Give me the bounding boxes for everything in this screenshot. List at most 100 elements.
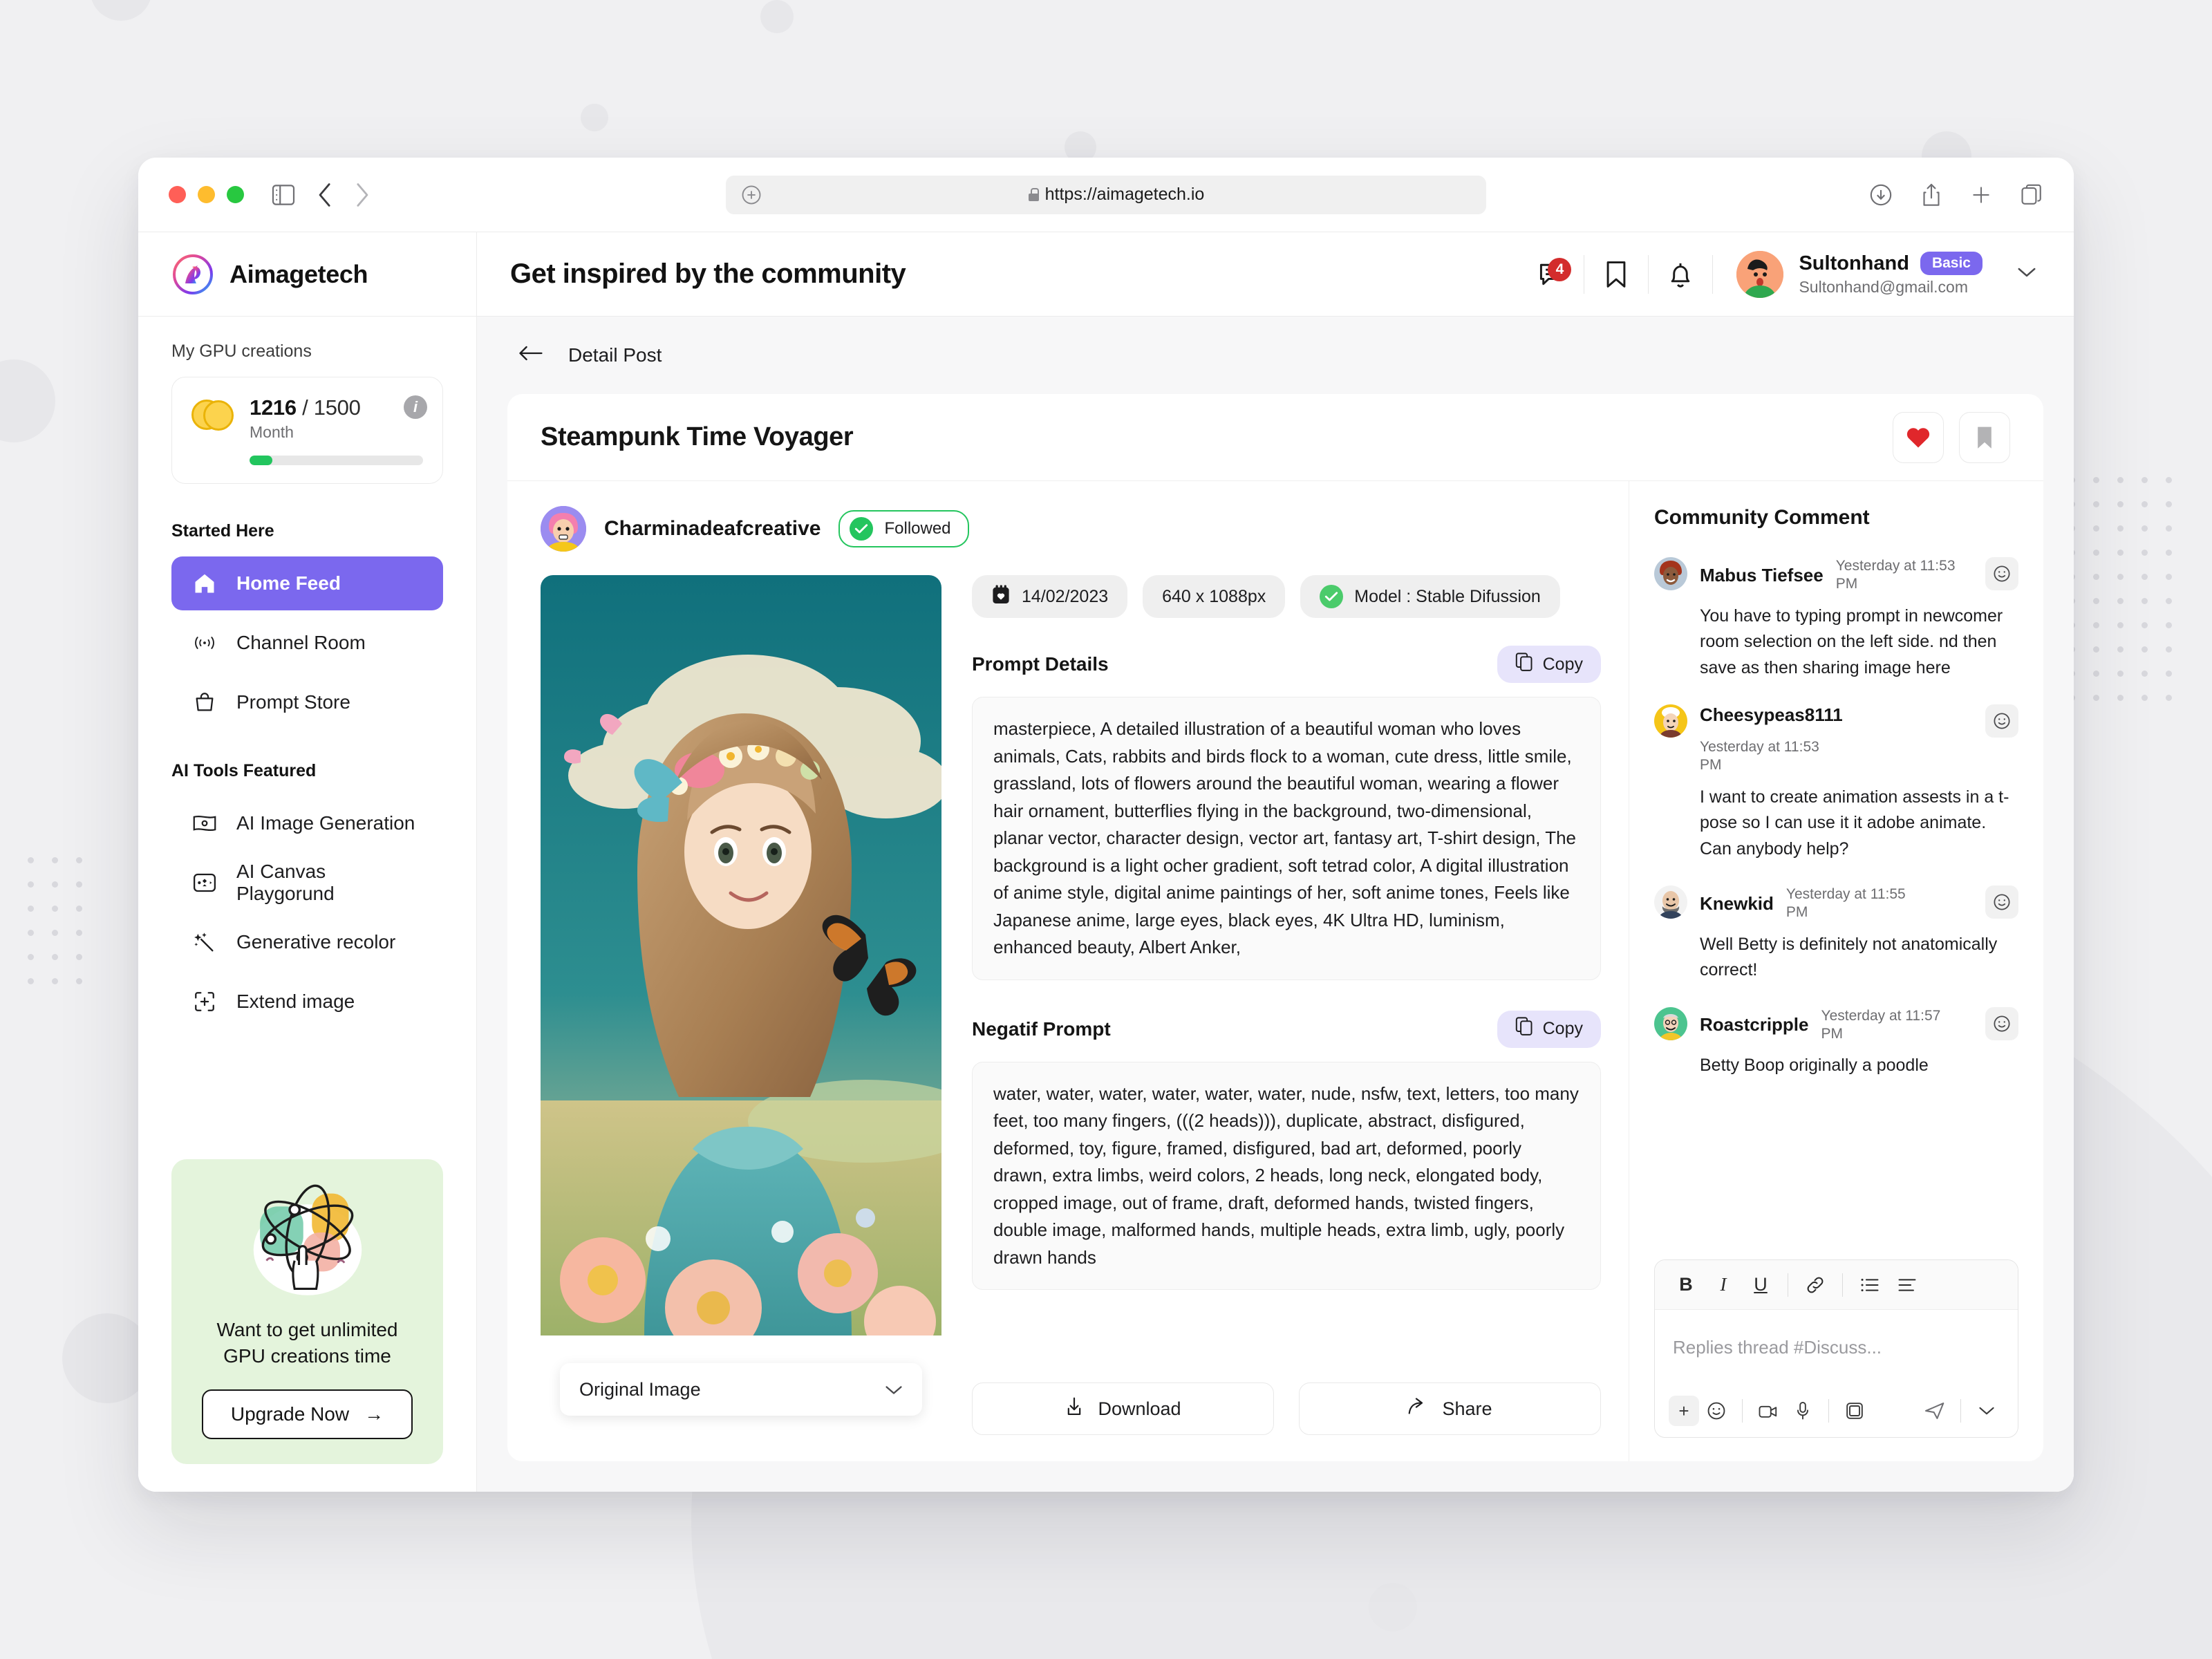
verified-check-icon [1320,585,1344,608]
post-card-header: Steampunk Time Voyager [507,394,2043,481]
align-left-icon[interactable] [1888,1266,1926,1304]
comment-body: You have to typing prompt in newcomer ro… [1700,606,2003,677]
microphone-icon[interactable] [1785,1394,1820,1428]
copy-prompt-button[interactable]: Copy [1497,646,1601,683]
sidebar-item-extend-image[interactable]: Extend image [171,975,443,1029]
link-icon[interactable] [1797,1266,1834,1304]
info-icon[interactable]: i [404,395,427,419]
bullet-list-icon[interactable] [1851,1266,1888,1304]
window-traffic-lights[interactable] [169,186,244,203]
video-icon[interactable] [1751,1394,1785,1428]
image-version-select[interactable]: Original Image [560,1363,922,1416]
promo-text: Want to get unlimited GPU creations time [192,1317,422,1370]
underline-icon[interactable]: U [1742,1266,1779,1304]
reply-input[interactable]: Replies thread #Discuss... [1655,1310,2018,1385]
generated-image[interactable]: Original Image [541,575,941,1435]
sidebar-item-ai-image-generation[interactable]: AI Image Generation [171,796,443,850]
copy-negative-prompt-button[interactable]: Copy [1497,1010,1601,1048]
tabs-icon[interactable] [2020,183,2043,207]
share-icon[interactable] [1920,183,1942,207]
canvas-icon [191,869,218,897]
gpu-total: 1500 [313,395,361,420]
sidebar-toggle-icon[interactable] [272,184,295,205]
sidebar-item-generative-recolor[interactable]: Generative recolor [171,915,443,969]
brand-name: Aimagetech [229,259,368,288]
react-emoji-button[interactable] [1985,557,2018,590]
download-button[interactable]: Download [972,1382,1274,1435]
react-emoji-button[interactable] [1985,704,2018,738]
react-emoji-button[interactable] [1985,1006,2018,1040]
sidebar-nav-started-here: Home Feed Channel Room Prompt Store [171,556,443,729]
arrow-left-icon[interactable] [518,344,543,366]
share-button[interactable]: Share [1299,1382,1601,1435]
comment-time: Yesterday at 11:55 PM [1785,886,1906,921]
back-icon[interactable] [317,182,332,207]
chevron-down-icon[interactable] [2017,266,2036,282]
negative-prompt-label: Negatif Prompt [972,1018,1111,1040]
post-title: Steampunk Time Voyager [541,422,854,451]
forward-icon[interactable] [355,182,370,207]
browser-toolbar: https://aimagetech.io [138,158,2074,232]
avatar [1654,1006,1687,1040]
react-emoji-button[interactable] [1985,885,2018,919]
bookmark-button[interactable] [1959,411,2010,463]
new-tab-plus-icon[interactable] [741,185,762,205]
close-window-button[interactable] [169,186,186,203]
breadcrumb[interactable]: Detail Post [507,317,2043,394]
lock-icon [1028,188,1040,201]
bold-icon[interactable]: B [1667,1266,1705,1304]
sidebar-group-label-started-here: Started Here [171,521,274,541]
sidebar-item-ai-canvas-playground[interactable]: AI Canvas Playgorund [171,856,443,910]
background-dot-grid-left [28,857,82,984]
sidebar-item-prompt-store[interactable]: Prompt Store [171,675,443,729]
post-author-row: Charminadeafcreative Followed [541,506,1601,552]
comment-time: Yesterday at 11:57 PM [1821,1007,1941,1042]
sidebar-item-channel-room[interactable]: Channel Room [171,616,443,670]
comment-item: Knewkid Yesterday at 11:55 PM Well Betty… [1654,885,2018,984]
url-value: https://aimagetech.io [1044,185,1205,204]
chevron-down-icon[interactable] [885,1379,903,1400]
content-area: Detail Post Steampunk Time Voyager Charm… [477,317,2074,1492]
user-profile-menu[interactable]: Sultonhand Basic Sultonhand@gmail.com [1736,250,2036,298]
upgrade-now-button[interactable]: Upgrade Now → [201,1389,413,1439]
bookmark-icon[interactable] [1584,259,1648,290]
prompt-text: masterpiece, A detailed illustration of … [972,697,1601,980]
upgrade-promo-card: Want to get unlimited GPU creations time… [171,1159,443,1464]
address-bar[interactable]: https://aimagetech.io [726,175,1486,214]
divider [1742,1399,1743,1423]
user-email: Sultonhand@gmail.com [1799,278,1969,296]
prompt-details-header: Prompt Details Copy [972,646,1601,683]
aimagetech-logo-icon [171,253,214,296]
brand-header[interactable]: Aimagetech [138,232,476,317]
screen-icon[interactable] [1837,1394,1872,1428]
follow-status-badge[interactable]: Followed [838,510,969,547]
divider [1842,1273,1843,1297]
comments-icon[interactable]: 4 [1520,257,1584,290]
chevron-down-icon[interactable] [1969,1394,2004,1428]
divider [1960,1399,1961,1423]
background-circle-8 [1369,1583,1417,1631]
comment-item: Cheesypeas8111 Yesterday at 11:53 PM I w… [1654,704,2018,862]
gpu-used: 1216 [250,395,297,420]
like-button[interactable] [1893,411,1944,463]
calendar-icon [991,584,1011,610]
bell-icon[interactable] [1649,259,1712,290]
post-date-chip: 14/02/2023 [972,575,1128,618]
add-tab-icon[interactable] [1970,184,1992,206]
sidebar: Aimagetech My GPU creations 1216 / 1500 … [138,232,477,1492]
italic-icon[interactable]: I [1705,1266,1742,1304]
sidebar-item-label: Channel Room [236,632,366,653]
sidebar-item-home-feed[interactable]: Home Feed [171,556,443,610]
plus-icon[interactable]: + [1669,1396,1699,1426]
copy-prompt-label: Copy [1542,654,1583,674]
comment-author: Cheesypeas8111 [1700,704,1843,725]
maximize-window-button[interactable] [227,186,244,203]
app-root: Aimagetech My GPU creations 1216 / 1500 … [138,232,2074,1492]
minimize-window-button[interactable] [198,186,215,203]
post-model-chip: Model : Stable Difussion [1300,575,1560,618]
download-icon[interactable] [1869,183,1893,207]
gpu-period: Month [250,423,294,441]
send-icon[interactable] [1918,1394,1952,1428]
comment-time: Yesterday at 11:53 PM [1700,739,1819,774]
emoji-icon[interactable] [1699,1394,1734,1428]
